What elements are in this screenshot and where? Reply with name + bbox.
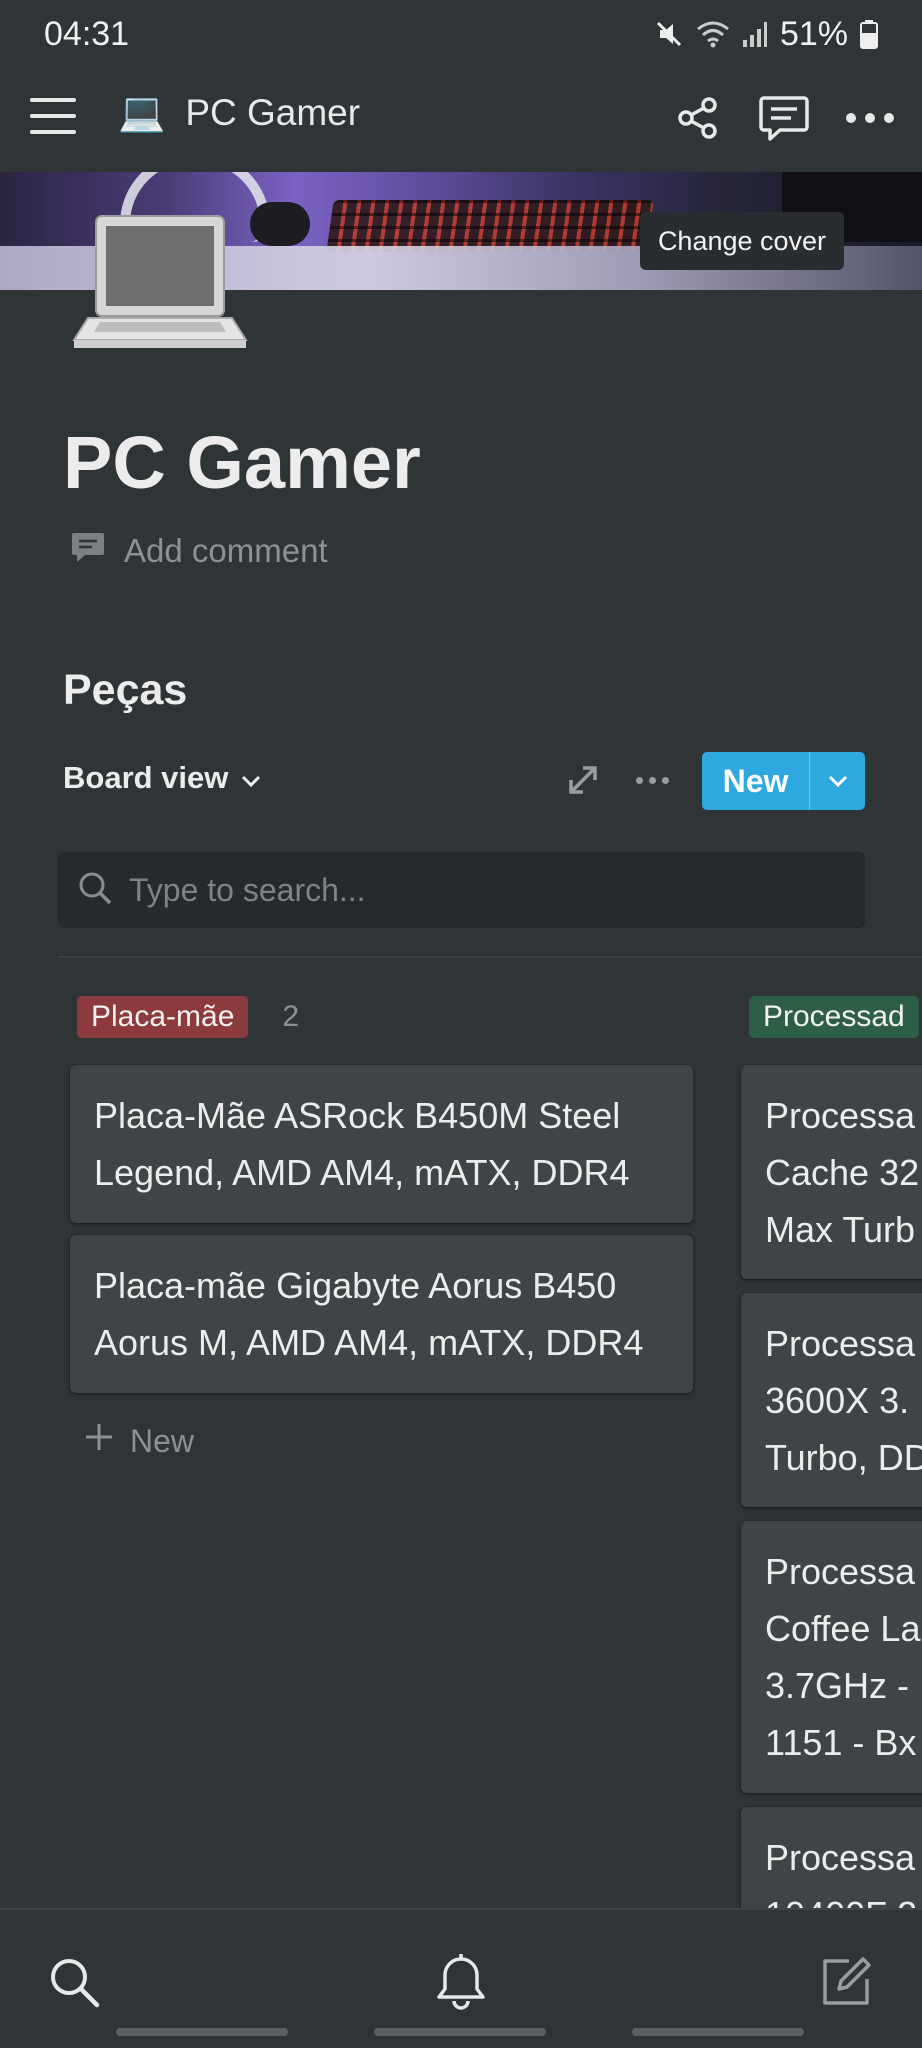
card-title-line: Max Turb bbox=[765, 1209, 916, 1250]
chevron-down-icon bbox=[240, 760, 262, 796]
card-title-line: Coffee La bbox=[765, 1608, 921, 1649]
nav-title-text: PC Gamer bbox=[185, 92, 361, 133]
card-title-line: Processa bbox=[765, 1551, 916, 1592]
share-icon[interactable] bbox=[670, 90, 726, 146]
card-title-line: 3600X 3. bbox=[765, 1380, 910, 1421]
add-comment-label: Add comment bbox=[124, 532, 328, 569]
signal-icon bbox=[742, 20, 768, 48]
mute-icon bbox=[654, 19, 684, 49]
search-field[interactable] bbox=[58, 852, 865, 928]
column-tag: Processad bbox=[749, 996, 919, 1038]
card-title-line: Placa-Mãe ASRock B450M Steel bbox=[94, 1095, 621, 1136]
expand-icon[interactable] bbox=[563, 760, 603, 800]
menu-icon[interactable] bbox=[30, 98, 76, 138]
gesture-bar bbox=[632, 2028, 804, 2036]
card-title-line: Processa bbox=[765, 1323, 916, 1364]
laptop-icon: 💻 bbox=[118, 92, 166, 134]
column-new-button[interactable]: New bbox=[84, 1422, 194, 1460]
board-card[interactable]: Processa Coffee La 3.7GHz - 1151 - Bx bbox=[741, 1521, 922, 1793]
nav-page-title[interactable]: 💻 PC Gamer bbox=[118, 92, 360, 134]
add-comment-button[interactable]: Add comment bbox=[70, 530, 328, 572]
status-bar: 04:31 51% bbox=[0, 0, 922, 68]
page-title[interactable]: PC Gamer bbox=[63, 420, 421, 505]
board-card[interactable]: Placa-Mãe ASRock B450M Steel Legend, AMD… bbox=[70, 1065, 693, 1223]
card-title-line: Placa-mãe Gigabyte Aorus B450 bbox=[94, 1265, 617, 1306]
column-new-label: New bbox=[130, 1422, 195, 1459]
battery-percent: 51% bbox=[779, 14, 848, 53]
column-count: 2 bbox=[282, 1000, 300, 1033]
column-header-placa-mae[interactable]: Placa-mãe 2 bbox=[77, 996, 299, 1038]
view-name: Board view bbox=[63, 760, 229, 795]
card-title-line: Legend, AMD AM4, mATX, DDR4 bbox=[94, 1152, 630, 1193]
divider bbox=[58, 956, 922, 958]
search-icon bbox=[77, 870, 113, 911]
bottom-nav bbox=[0, 1908, 922, 2048]
comment-icon bbox=[70, 530, 106, 572]
card-title-line: Aorus M, AMD AM4, mATX, DDR4 bbox=[94, 1322, 644, 1363]
laptop-icon[interactable] bbox=[70, 210, 250, 360]
board-card[interactable]: Processa Cache 32 Max Turb bbox=[741, 1065, 922, 1279]
compose-icon[interactable] bbox=[816, 1952, 876, 2012]
column-header-processador[interactable]: Processad bbox=[749, 996, 919, 1038]
more-icon[interactable] bbox=[842, 90, 898, 146]
battery-icon bbox=[860, 19, 878, 49]
view-toolbar: Board view New bbox=[63, 752, 865, 810]
top-nav: 💻 PC Gamer bbox=[0, 68, 922, 172]
gesture-bar bbox=[116, 2028, 288, 2036]
card-title-line: Processa bbox=[765, 1837, 916, 1878]
database-title[interactable]: Peças bbox=[63, 666, 187, 715]
column-tag: Placa-mãe bbox=[77, 996, 249, 1038]
card-title-line: 1151 - Bx bbox=[765, 1722, 917, 1763]
view-more-icon[interactable] bbox=[629, 760, 675, 800]
card-title-line: Cache 32 bbox=[765, 1152, 920, 1193]
card-title-line: 3.7GHz - bbox=[765, 1665, 910, 1706]
new-button[interactable]: New bbox=[702, 752, 865, 810]
new-button-label: New bbox=[722, 762, 789, 799]
search-icon[interactable] bbox=[44, 1952, 104, 2012]
view-selector[interactable]: Board view bbox=[63, 760, 262, 796]
gesture-bar bbox=[374, 2028, 546, 2036]
plus-icon bbox=[84, 1422, 114, 1460]
new-dropdown-chevron-icon[interactable] bbox=[809, 752, 865, 810]
status-icons: 51% bbox=[654, 15, 878, 54]
change-cover-button[interactable]: Change cover bbox=[640, 212, 844, 270]
search-input[interactable] bbox=[129, 871, 829, 909]
wifi-icon bbox=[696, 19, 730, 49]
status-time: 04:31 bbox=[44, 14, 130, 53]
board-card[interactable]: Placa-mãe Gigabyte Aorus B450 Aorus M, A… bbox=[70, 1235, 693, 1393]
bell-icon[interactable] bbox=[431, 1952, 491, 2012]
card-title-line: Processa bbox=[765, 1095, 916, 1136]
board-card[interactable]: Processa 3600X 3. Turbo, DD bbox=[741, 1293, 922, 1507]
comments-icon[interactable] bbox=[756, 90, 812, 146]
card-title-line: Turbo, DD bbox=[765, 1437, 922, 1478]
